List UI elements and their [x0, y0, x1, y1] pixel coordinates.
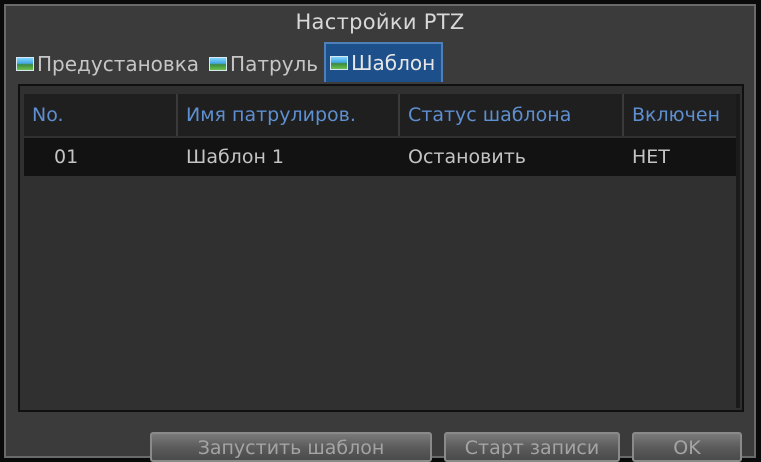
image-icon	[209, 57, 228, 71]
column-header-no[interactable]: No.	[24, 94, 178, 136]
dialog-title: Настройки PTZ	[295, 10, 465, 34]
tab-pattern[interactable]: Шаблон	[324, 42, 444, 82]
ptz-settings-dialog: Настройки PTZ Предустановка Патруль Шабл…	[4, 4, 756, 462]
column-header-name[interactable]: Имя патрулиров.	[178, 94, 400, 136]
table-scrollbar[interactable]	[736, 94, 740, 408]
start-pattern-button[interactable]: Запустить шаблон	[150, 432, 432, 462]
table-header: No. Имя патрулиров. Статус шаблона Включ…	[24, 94, 738, 136]
tab-patrol[interactable]: Патруль	[205, 46, 324, 82]
button-bar: Запустить шаблон Старт записи OK	[18, 416, 744, 462]
ok-button[interactable]: OK	[632, 432, 742, 462]
cell-enabled: НЕТ	[632, 146, 670, 168]
start-record-button[interactable]: Старт записи	[444, 432, 620, 462]
tab-bar: Предустановка Патруль Шаблон	[12, 42, 444, 82]
image-icon	[330, 56, 349, 70]
image-icon	[16, 57, 34, 71]
tab-pattern-label: Шаблон	[351, 51, 436, 75]
tab-patrol-label: Патруль	[230, 52, 319, 76]
tab-preset[interactable]: Предустановка	[12, 46, 205, 82]
cell-name: Шаблон 1	[186, 146, 284, 168]
column-header-status[interactable]: Статус шаблона	[400, 94, 624, 136]
table-row[interactable]: 01 Шаблон 1 Остановить НЕТ	[24, 138, 738, 176]
cell-no: 01	[54, 146, 79, 168]
tab-preset-label: Предустановка	[37, 52, 200, 76]
cell-status: Остановить	[408, 146, 526, 168]
column-header-enabled[interactable]: Включен	[624, 94, 738, 136]
pattern-table-panel: No. Имя патрулиров. Статус шаблона Включ…	[18, 84, 744, 412]
